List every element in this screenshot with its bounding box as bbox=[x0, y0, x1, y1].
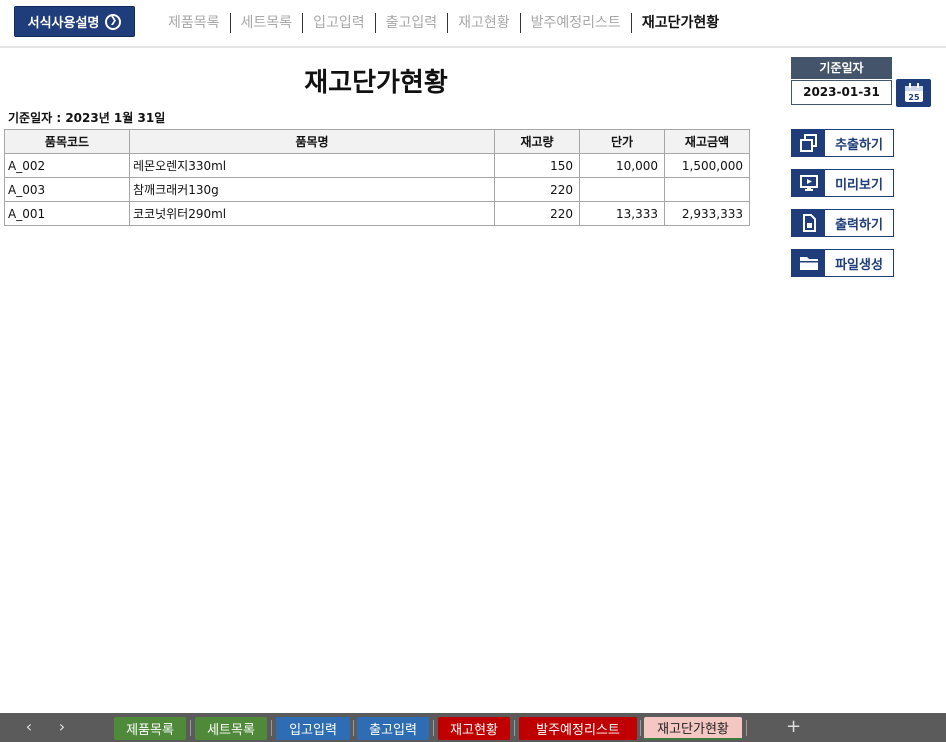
cell-name[interactable]: 코코넛위터290ml bbox=[129, 201, 495, 226]
nav-item-stock-price[interactable]: 재고단가현황 bbox=[632, 13, 729, 33]
nav-item-order-list[interactable]: 발주예정리스트 bbox=[521, 13, 631, 33]
table-header-row: 품목코드 품목명 재고량 단가 재고금액 bbox=[4, 129, 750, 154]
nav-item-inbound[interactable]: 입고입력 bbox=[303, 13, 375, 33]
tab-divider bbox=[433, 720, 434, 736]
calendar-button[interactable]: 25 bbox=[896, 79, 931, 107]
cell-qty[interactable]: 220 bbox=[494, 177, 580, 202]
page-title: 재고단가현황 bbox=[304, 68, 448, 98]
tab-divider bbox=[514, 720, 515, 736]
base-date-input[interactable]: 2023-01-31 bbox=[791, 80, 892, 105]
column-header[interactable]: 재고량 bbox=[494, 129, 580, 154]
copy-icon bbox=[792, 130, 825, 156]
table-row: A_002 레몬오렌지330ml 150 10,000 1,500,000 bbox=[4, 153, 750, 178]
guide-button[interactable]: 서식사용설명 ❯ bbox=[14, 6, 135, 37]
cell-qty[interactable]: 220 bbox=[494, 201, 580, 226]
extract-button-label: 추출하기 bbox=[835, 137, 883, 153]
chevron-right-icon: ❯ bbox=[105, 13, 122, 30]
nav-item-product-list[interactable]: 제품목록 bbox=[158, 13, 230, 33]
cell-name[interactable]: 참깨크래커130g bbox=[129, 177, 495, 202]
print-button[interactable]: 출력하기 bbox=[791, 209, 894, 237]
cell-code[interactable]: A_003 bbox=[4, 177, 130, 202]
add-sheet-icon[interactable]: + bbox=[786, 716, 801, 737]
nav-item-set-list[interactable]: 세트목록 bbox=[231, 13, 303, 33]
column-header[interactable]: 재고금액 bbox=[664, 129, 750, 154]
sheet-tab-product-list[interactable]: 제품목록 bbox=[114, 717, 186, 740]
sheet-tab-order-list[interactable]: 발주예정리스트 bbox=[519, 717, 637, 740]
sheet-tab-stock-price[interactable]: 재고단가현황 bbox=[644, 717, 742, 740]
sheet-tab-bar: ‹ › 제품목록 세트목록 입고입력 출고입력 재고현황 발주예정리스트 재고단… bbox=[0, 713, 946, 742]
cell-price[interactable]: 10,000 bbox=[579, 153, 665, 178]
sheet-tab-set-list[interactable]: 세트목록 bbox=[195, 717, 267, 740]
tab-divider bbox=[190, 720, 191, 736]
cell-price[interactable] bbox=[579, 177, 665, 202]
base-date-label: 기준일자 bbox=[791, 57, 892, 79]
preview-button[interactable]: 미리보기 bbox=[791, 169, 894, 197]
calendar-icon: 25 bbox=[904, 83, 923, 102]
calendar-day: 25 bbox=[908, 93, 920, 102]
tab-divider bbox=[746, 720, 747, 736]
cell-code[interactable]: A_001 bbox=[4, 201, 130, 226]
chevron-left-icon[interactable]: ‹ bbox=[22, 717, 36, 736]
cell-code[interactable]: A_002 bbox=[4, 153, 130, 178]
top-nav: 제품목록 세트목록 입고입력 출고입력 재고현황 발주예정리스트 재고단가현황 bbox=[158, 12, 729, 34]
chevron-right-icon[interactable]: › bbox=[55, 717, 69, 736]
extract-button[interactable]: 추출하기 bbox=[791, 129, 894, 157]
create-file-button[interactable]: 파일생성 bbox=[791, 249, 894, 277]
cell-price[interactable]: 13,333 bbox=[579, 201, 665, 226]
sheet-tab-stock-status[interactable]: 재고현황 bbox=[438, 717, 510, 740]
document-icon bbox=[792, 210, 825, 236]
sheet-tab-outbound[interactable]: 출고입력 bbox=[357, 717, 429, 740]
report-date: 기준일자 : 2023년 1월 31일 bbox=[8, 111, 166, 125]
cell-qty[interactable]: 150 bbox=[494, 153, 580, 178]
tab-divider bbox=[353, 720, 354, 736]
column-header[interactable]: 단가 bbox=[579, 129, 665, 154]
preview-button-label: 미리보기 bbox=[835, 177, 883, 193]
nav-item-stock-status[interactable]: 재고현황 bbox=[448, 13, 520, 33]
column-header[interactable]: 품목코드 bbox=[4, 129, 130, 154]
table-row: A_001 코코넛위터290ml 220 13,333 2,933,333 bbox=[4, 201, 750, 226]
guide-button-label: 서식사용설명 bbox=[27, 16, 100, 31]
cell-amount[interactable]: 2,933,333 bbox=[664, 201, 750, 226]
tab-divider bbox=[271, 720, 272, 736]
cell-amount[interactable] bbox=[664, 177, 750, 202]
header-divider bbox=[0, 46, 946, 48]
sheet-tab-inbound[interactable]: 입고입력 bbox=[276, 717, 350, 740]
folder-icon bbox=[792, 250, 825, 276]
cell-name[interactable]: 레몬오렌지330ml bbox=[129, 153, 495, 178]
stock-price-table: 품목코드 품목명 재고량 단가 재고금액 A_002 레몬오렌지330ml 15… bbox=[4, 129, 750, 226]
tab-divider bbox=[640, 720, 641, 736]
monitor-icon bbox=[792, 170, 825, 196]
nav-item-outbound[interactable]: 출고입력 bbox=[376, 13, 448, 33]
create-file-button-label: 파일생성 bbox=[835, 257, 883, 273]
print-button-label: 출력하기 bbox=[835, 217, 883, 233]
table-row: A_003 참깨크래커130g 220 bbox=[4, 177, 750, 202]
column-header[interactable]: 품목명 bbox=[129, 129, 495, 154]
cell-amount[interactable]: 1,500,000 bbox=[664, 153, 750, 178]
